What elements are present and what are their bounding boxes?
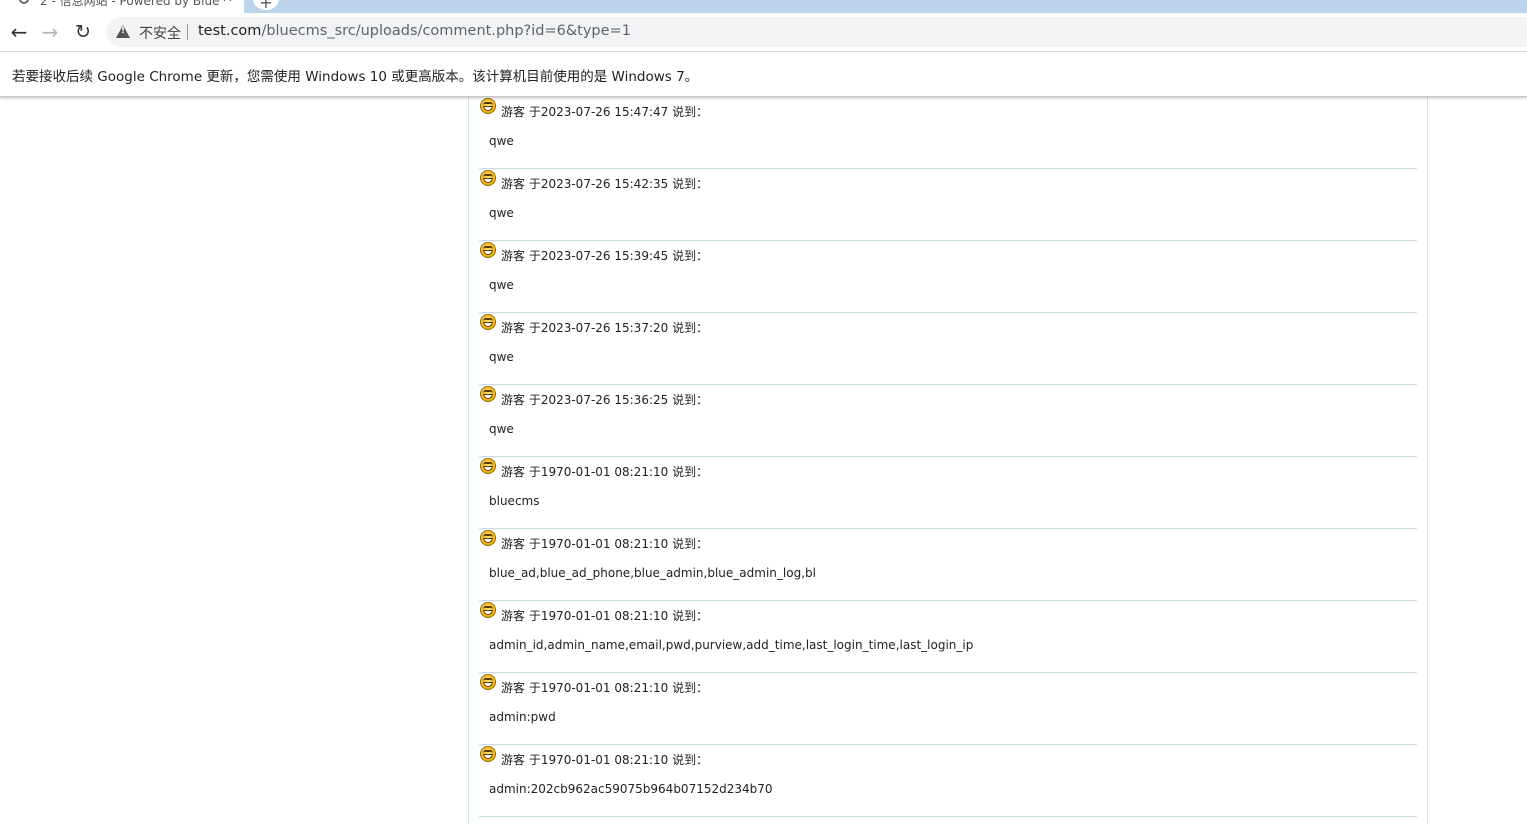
- comment-body: blue_ad,blue_ad_phone,blue_admin,blue_ad…: [489, 566, 816, 580]
- forward-button[interactable]: →: [37, 19, 63, 45]
- security-label[interactable]: 不安全: [139, 23, 181, 43]
- comment-item: 游客 于2023-07-26 15:36:25 说到： qwe: [479, 385, 1417, 457]
- comment-body: qwe: [489, 350, 514, 364]
- comment-meta: 游客 于2023-07-26 15:42:35 说到：: [501, 177, 709, 191]
- comment-body: qwe: [489, 134, 514, 148]
- close-tab-icon[interactable]: ✕: [222, 0, 233, 6]
- comment-body: admin:202cb962ac59075b964b07152d234b70: [489, 782, 773, 796]
- smiley-icon: [480, 386, 496, 402]
- comment-item: 游客 于1970-01-01 08:21:10 说到： blue_ad,blue…: [479, 529, 1417, 601]
- comment-body: qwe: [489, 278, 514, 292]
- new-tab-button[interactable]: +: [253, 0, 279, 12]
- comment-body: admin_id,admin_name,email,pwd,purview,ad…: [489, 638, 974, 652]
- address-bar[interactable]: 不安全 test.com/bluecms_src/uploads/comment…: [106, 17, 1527, 47]
- smiley-icon: [480, 746, 496, 762]
- page-favicon-icon: [19, 0, 29, 4]
- reload-button[interactable]: ↻: [70, 19, 96, 45]
- comment-item: 游客 于1970-01-01 08:21:10 说到： admin_id,adm…: [479, 601, 1417, 673]
- comment-meta: 游客 于2023-07-26 15:36:25 说到：: [501, 393, 709, 407]
- smiley-icon: [480, 98, 496, 114]
- comment-body: qwe: [489, 206, 514, 220]
- comment-item: 游客 于2023-07-26 15:39:45 说到： qwe: [479, 241, 1417, 313]
- comment-item: 游客 于2023-07-26 15:37:20 说到： qwe: [479, 313, 1417, 385]
- update-infobar: 若要接收后续 Google Chrome 更新，您需使用 Windows 10 …: [0, 52, 1527, 97]
- tab-title: 2 - 信息网站 - Powered by BlueCMS: [40, 0, 220, 8]
- back-button[interactable]: ←: [6, 19, 32, 45]
- tab-strip: 2 - 信息网站 - Powered by BlueCMS ✕ +: [0, 0, 1527, 13]
- infobar-message: 若要接收后续 Google Chrome 更新，您需使用 Windows 10 …: [12, 69, 699, 85]
- comment-body: bluecms: [489, 494, 540, 508]
- smiley-icon: [480, 602, 496, 618]
- smiley-icon: [480, 458, 496, 474]
- smiley-icon: [480, 530, 496, 546]
- smiley-icon: [480, 314, 496, 330]
- comment-meta: 游客 于1970-01-01 08:21:10 说到：: [501, 681, 709, 695]
- url-host: test.com: [198, 23, 262, 39]
- browser-toolbar: ← → ↻ 不安全 test.com/bluecms_src/uploads/c…: [0, 13, 1527, 52]
- comment-meta: 游客 于1970-01-01 08:21:10 说到：: [501, 609, 709, 623]
- smiley-icon: [480, 170, 496, 186]
- comment-body: qwe: [489, 422, 514, 436]
- url-separator: [187, 24, 188, 40]
- comment-meta: 游客 于2023-07-26 15:47:47 说到：: [501, 105, 709, 119]
- comment-meta: 游客 于1970-01-01 08:21:10 说到：: [501, 753, 709, 767]
- browser-tab[interactable]: 2 - 信息网站 - Powered by BlueCMS ✕: [0, 0, 244, 13]
- comment-item: 游客 于2023-07-26 15:42:35 说到： qwe: [479, 169, 1417, 241]
- comment-list: 游客 于2023-07-26 15:47:47 说到： qwe 游客 于2023…: [479, 97, 1417, 817]
- comment-body: admin:pwd: [489, 710, 556, 724]
- url-text[interactable]: test.com/bluecms_src/uploads/comment.php…: [198, 23, 631, 39]
- comment-item: 游客 于2023-07-26 15:47:47 说到： qwe: [479, 97, 1417, 169]
- comment-meta: 游客 于1970-01-01 08:21:10 说到：: [501, 537, 709, 551]
- warning-icon[interactable]: [116, 25, 130, 38]
- comment-meta: 游客 于2023-07-26 15:37:20 说到：: [501, 321, 709, 335]
- comment-meta: 游客 于2023-07-26 15:39:45 说到：: [501, 249, 709, 263]
- comment-item: 游客 于1970-01-01 08:21:10 说到： admin:202cb9…: [479, 745, 1417, 817]
- comment-item: 游客 于1970-01-01 08:21:10 说到： bluecms: [479, 457, 1417, 529]
- smiley-icon: [480, 242, 496, 258]
- comment-meta: 游客 于1970-01-01 08:21:10 说到：: [501, 465, 709, 479]
- smiley-icon: [480, 674, 496, 690]
- url-path: /bluecms_src/uploads/comment.php?id=6&ty…: [261, 23, 631, 39]
- page-content: 游客 于2023-07-26 15:47:47 说到： qwe 游客 于2023…: [0, 97, 1527, 824]
- comment-panel: 游客 于2023-07-26 15:47:47 说到： qwe 游客 于2023…: [468, 97, 1428, 824]
- comment-item: 游客 于1970-01-01 08:21:10 说到： admin:pwd: [479, 673, 1417, 745]
